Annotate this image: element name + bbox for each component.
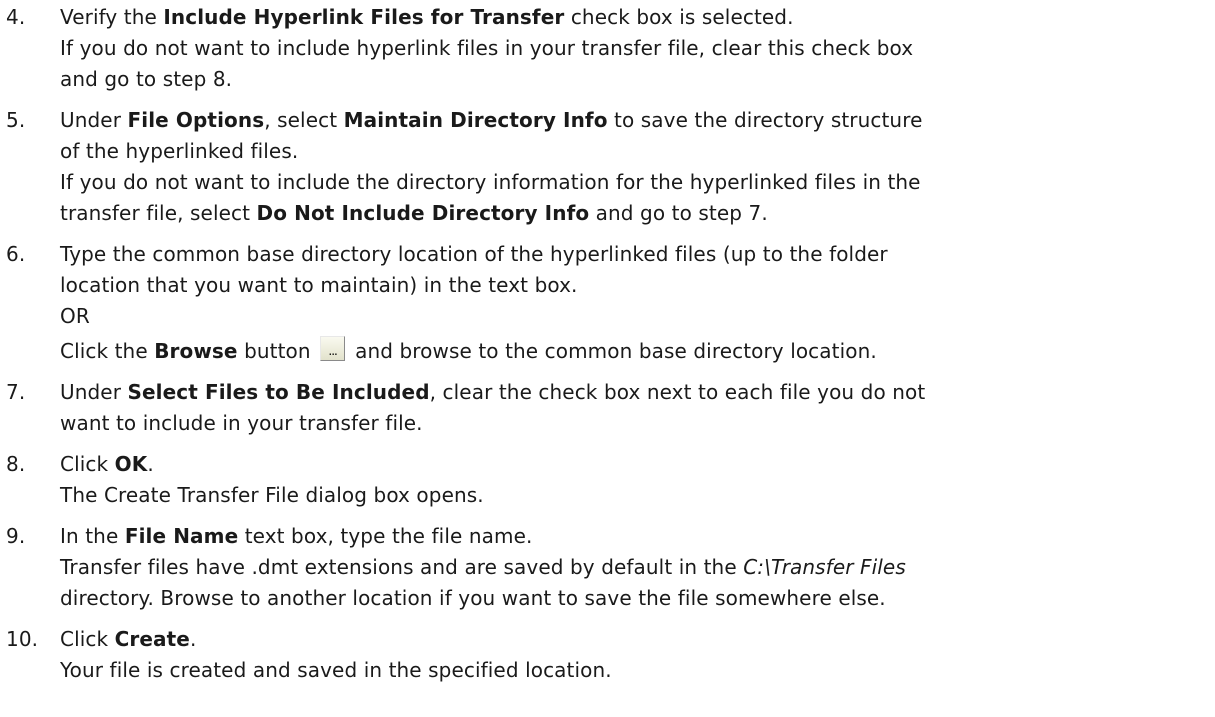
step-text-line: Click Create. — [60, 627, 197, 651]
step-number: 10. — [6, 627, 39, 651]
step-number: 7. — [6, 380, 26, 404]
step-text-line: Your file is created and saved in the sp… — [60, 658, 612, 682]
step-6: 6. Type the common base directory locati… — [0, 239, 1215, 367]
step-4: 4. Verify the Include Hyperlink Files fo… — [0, 2, 1215, 95]
step-5: 5. Under File Options, select Maintain D… — [0, 105, 1215, 229]
step-text-line: location that you want to maintain) in t… — [60, 273, 578, 297]
path-text: C:\Transfer Files — [743, 555, 906, 579]
step-text-line: Under File Options, select Maintain Dire… — [60, 108, 923, 132]
step-number: 4. — [6, 5, 26, 29]
step-text-line: and go to step 8. — [60, 67, 233, 91]
step-number: 6. — [6, 242, 26, 266]
step-7: 7. Under Select Files to Be Included, cl… — [0, 377, 1215, 439]
step-text-line: directory. Browse to another location if… — [60, 586, 886, 610]
instruction-list: 4. Verify the Include Hyperlink Files fo… — [0, 0, 1215, 686]
step-text-line: Click the Browse button ... and browse to… — [60, 336, 1215, 367]
step-text-line: In the File Name text box, type the file… — [60, 524, 533, 548]
browse-button-icon[interactable]: ... — [320, 336, 346, 361]
step-text-line: Click OK. — [60, 452, 154, 476]
step-number: 5. — [6, 108, 26, 132]
step-number: 9. — [6, 524, 26, 548]
step-text-line: If you do not want to include the direct… — [60, 170, 921, 194]
step-number: 8. — [6, 452, 26, 476]
step-text-line: transfer file, select Do Not Include Dir… — [60, 201, 768, 225]
step-text-line: Verify the Include Hyperlink Files for T… — [60, 5, 794, 29]
step-text-line: If you do not want to include hyperlink … — [60, 36, 914, 60]
step-9: 9. In the File Name text box, type the f… — [0, 521, 1215, 614]
step-text-line: Under Select Files to Be Included, clear… — [60, 380, 926, 404]
step-text-line: OR — [60, 304, 90, 328]
step-text-line: Transfer files have .dmt extensions and … — [60, 555, 906, 579]
step-text-line: The Create Transfer File dialog box open… — [60, 483, 484, 507]
step-8: 8. Click OK. The Create Transfer File di… — [0, 449, 1215, 511]
step-10: 10. Click Create. Your file is created a… — [0, 624, 1215, 686]
step-text-line: want to include in your transfer file. — [60, 411, 423, 435]
step-text-line: of the hyperlinked files. — [60, 139, 299, 163]
step-text-line: Type the common base directory location … — [60, 242, 888, 266]
